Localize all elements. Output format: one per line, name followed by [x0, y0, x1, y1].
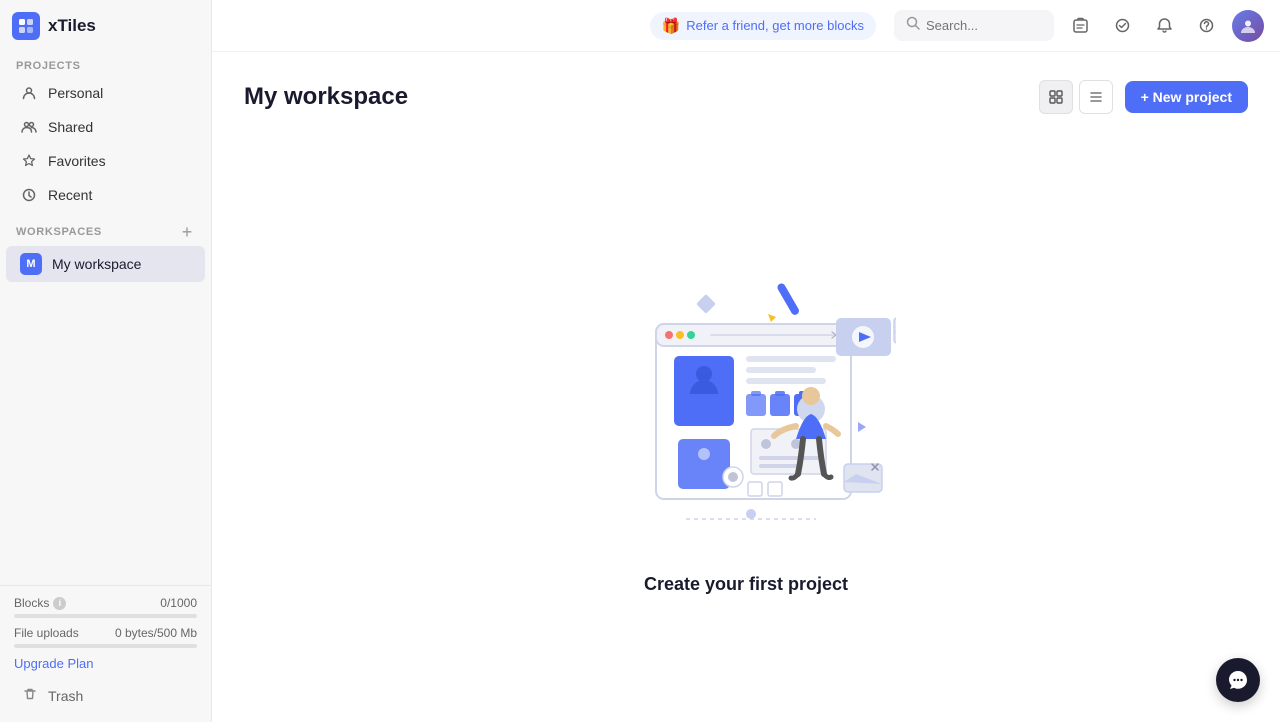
sidebar-item-personal[interactable]: Personal	[6, 76, 205, 110]
main-area: 🎁 Refer a friend, get more blocks	[212, 0, 1280, 722]
clipboard-btn-wrap	[1064, 10, 1096, 42]
sidebar-item-recent[interactable]: Recent	[6, 178, 205, 212]
empty-state: Create your first project	[244, 144, 1248, 694]
file-uploads-usage-row: File uploads 0 bytes/500 Mb	[14, 626, 197, 640]
search-box[interactable]	[894, 10, 1054, 41]
search-input[interactable]	[926, 18, 1042, 33]
app-name: xTiles	[48, 16, 96, 36]
bell-button[interactable]	[1148, 10, 1180, 42]
blocks-info-icon[interactable]: i	[53, 597, 66, 610]
grid-view-button[interactable]	[1039, 80, 1073, 114]
blocks-usage-row: Blocks i 0/1000	[14, 596, 197, 610]
page-header: My workspace + New project	[244, 80, 1248, 114]
workspaces-section-label: WORKSPACES	[16, 226, 102, 238]
upgrade-plan-link[interactable]: Upgrade Plan	[14, 656, 197, 671]
workspace-item-my-workspace[interactable]: M My workspace	[6, 246, 205, 282]
help-button[interactable]	[1190, 10, 1222, 42]
favorites-label: Favorites	[48, 153, 106, 169]
sidebar-item-shared[interactable]: Shared	[6, 110, 205, 144]
new-project-button[interactable]: + New project	[1125, 81, 1248, 113]
add-workspace-button[interactable]: +	[177, 222, 197, 242]
sidebar-item-favorites[interactable]: Favorites	[6, 144, 205, 178]
workspace-name: My workspace	[52, 256, 141, 272]
bell-btn-wrap	[1148, 10, 1180, 42]
search-icon	[906, 16, 920, 35]
page-title: My workspace	[244, 83, 408, 111]
blocks-usage-bar	[14, 614, 197, 618]
refer-banner[interactable]: 🎁 Refer a friend, get more blocks	[650, 12, 876, 40]
sidebar: xTiles PROJECTS Personal Shared	[0, 0, 212, 722]
blocks-count: 0/1000	[160, 596, 197, 610]
workspace-avatar: M	[20, 253, 42, 275]
empty-illustration	[596, 244, 896, 554]
trash-label: Trash	[48, 688, 83, 704]
projects-section-label: PROJECTS	[0, 48, 211, 76]
file-uploads-count: 0 bytes/500 Mb	[115, 626, 197, 640]
checkmark-button[interactable]	[1106, 10, 1138, 42]
sidebar-item-trash[interactable]: Trash	[14, 679, 197, 712]
refer-icon: 🎁	[662, 17, 681, 35]
blocks-label: Blocks	[14, 596, 49, 610]
favorites-icon	[20, 152, 38, 170]
list-view-button[interactable]	[1079, 80, 1113, 114]
file-uploads-label: File uploads	[14, 626, 79, 640]
sidebar-footer: Blocks i 0/1000 File uploads 0 bytes/500…	[0, 585, 211, 722]
workspaces-section-header: WORKSPACES +	[0, 212, 211, 246]
view-controls: + New project	[1039, 80, 1248, 114]
personal-icon	[20, 84, 38, 102]
checkmark-btn-wrap	[1106, 10, 1138, 42]
logo-icon	[12, 12, 40, 40]
shared-icon	[20, 118, 38, 136]
recent-icon	[20, 186, 38, 204]
topbar: 🎁 Refer a friend, get more blocks	[212, 0, 1280, 52]
logo-area[interactable]: xTiles	[0, 0, 211, 48]
personal-label: Personal	[48, 85, 103, 101]
chat-support-button[interactable]	[1216, 658, 1260, 702]
file-uploads-usage-bar	[14, 644, 197, 648]
empty-state-title: Create your first project	[644, 574, 848, 595]
refer-text: Refer a friend, get more blocks	[686, 18, 864, 33]
shared-label: Shared	[48, 119, 93, 135]
clipboard-button[interactable]	[1064, 10, 1096, 42]
page-content: My workspace + New project	[212, 52, 1280, 722]
trash-icon	[22, 686, 38, 705]
user-avatar[interactable]	[1232, 10, 1264, 42]
recent-label: Recent	[48, 187, 92, 203]
